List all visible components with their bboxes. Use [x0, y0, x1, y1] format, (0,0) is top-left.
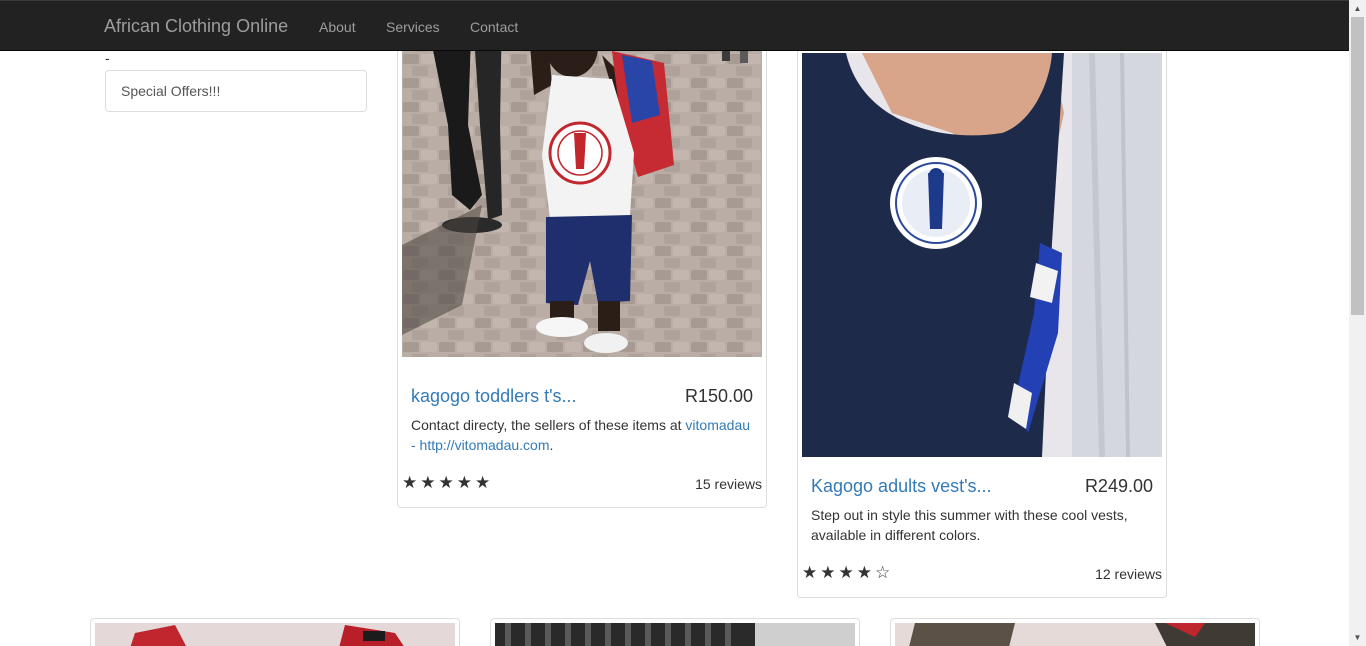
- product-image-partial-2[interactable]: [495, 623, 855, 646]
- page-scrollbar[interactable]: ▲ ▼: [1349, 0, 1366, 646]
- sidebar-dash: -: [105, 50, 110, 66]
- nav-about-link[interactable]: About: [319, 18, 356, 36]
- product-card-partial-1: [90, 618, 460, 646]
- reviews-count-adults-vest: 12 reviews: [1095, 566, 1162, 582]
- sidebar-item-special-offers[interactable]: Special Offers!!!: [105, 70, 367, 112]
- product-card-partial-2: [490, 618, 860, 646]
- product-image-partial-1[interactable]: [95, 623, 455, 646]
- product-title-toddlers-tshirt[interactable]: kagogo toddlers t's...: [411, 386, 577, 406]
- nav-contact-link[interactable]: Contact: [470, 18, 518, 36]
- product-price-adults-vest: R249.00: [1084, 476, 1153, 496]
- description-text: Contact directy, the sellers of these it…: [411, 417, 682, 433]
- product-card-toddlers-tshirt: kagogo toddlers t's... R150.00 Contact d…: [397, 0, 767, 508]
- product-card-partial-3: [890, 618, 1260, 646]
- product-description-adults-vest: Step out in style this summer with these…: [811, 507, 1128, 543]
- product-card-adults-vest: Kagogo adults vest's... R249.00 Step out…: [797, 0, 1167, 598]
- scrollbar-thumb[interactable]: [1351, 17, 1364, 315]
- product-price-toddlers-tshirt: R150.00: [684, 386, 753, 406]
- page-viewport: African Clothing Online About Services C…: [0, 0, 1349, 646]
- product-description-toddlers-tshirt: Contact directy, the sellers of these it…: [411, 415, 756, 455]
- rating-stars-toddlers-tshirt: ★★★★★: [402, 473, 494, 492]
- product-title-adults-vest[interactable]: Kagogo adults vest's...: [811, 476, 992, 496]
- product-image-toddlers-tshirt[interactable]: [402, 5, 762, 357]
- nav-services-link[interactable]: Services: [386, 18, 440, 36]
- top-navbar: African Clothing Online About Services C…: [0, 0, 1349, 51]
- product-image-adults-vest[interactable]: [802, 53, 1162, 457]
- scroll-down-arrow-icon[interactable]: ▼: [1349, 629, 1366, 646]
- product-image-partial-3[interactable]: [895, 623, 1255, 646]
- scroll-up-arrow-icon[interactable]: ▲: [1349, 0, 1366, 17]
- reviews-count-toddlers-tshirt: 15 reviews: [695, 476, 762, 492]
- rating-stars-adults-vest: ★★★★☆: [802, 563, 894, 582]
- description-suffix: .: [549, 437, 554, 453]
- brand-link[interactable]: African Clothing Online: [104, 16, 288, 36]
